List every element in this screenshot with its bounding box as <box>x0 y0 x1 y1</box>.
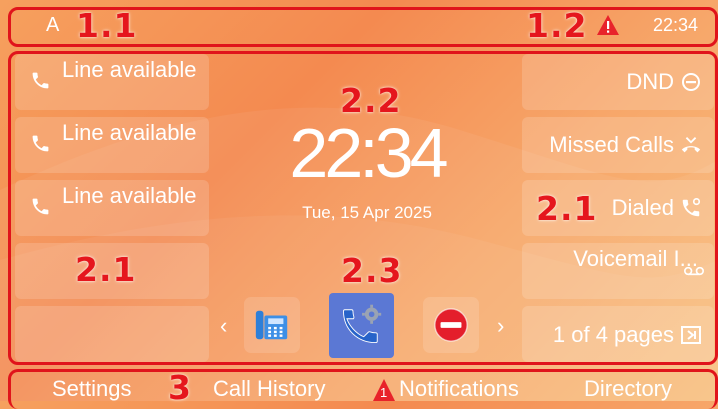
dnd-icon <box>682 73 700 91</box>
desk-phone-app-icon <box>255 310 288 340</box>
annotation-2-2: 2.2 <box>340 81 402 120</box>
dialed-label: Dialed <box>611 195 674 220</box>
missed-calls-label: Missed Calls <box>549 132 674 157</box>
voicemail-icon <box>684 266 704 276</box>
dnd-app-icon <box>434 308 468 342</box>
line-key-1-label: Line available <box>62 57 197 82</box>
phone-icon <box>32 72 49 89</box>
annotation-2-1-right: 2.1 <box>536 189 598 228</box>
directory-softkey[interactable]: Directory <box>584 376 672 402</box>
voicemail-label: Voicemail I... <box>573 246 698 271</box>
annotation-1-1: 1.1 <box>76 6 138 45</box>
notifications-softkey[interactable]: Notifications <box>399 376 519 402</box>
voicemail-key[interactable]: Voicemail I... <box>522 243 714 299</box>
annotation-2-1-left: 2.1 <box>75 250 137 289</box>
line-key-2-label: Line available <box>62 120 197 145</box>
account-label[interactable]: A <box>46 14 59 37</box>
dialed-key[interactable]: 2.1 Dialed <box>522 180 714 236</box>
dnd-app[interactable] <box>423 297 479 353</box>
apps-next-arrow[interactable]: › <box>497 313 504 339</box>
page-indicator-label: 1 of 4 pages <box>552 322 674 347</box>
call-settings-app[interactable] <box>329 293 394 358</box>
page-switch-icon <box>681 326 701 344</box>
dnd-label: DND <box>626 69 674 94</box>
clock-date: Tue, 15 Apr 2025 <box>302 203 432 222</box>
settings-softkey[interactable]: Settings <box>52 376 132 402</box>
annotation-3: 3 <box>168 368 192 407</box>
warning-icon[interactable] <box>596 14 620 36</box>
line-key-2[interactable]: Line available <box>15 117 209 173</box>
annotation-1-2: 1.2 <box>526 6 588 45</box>
line-key-4[interactable]: 2.1 <box>15 243 209 299</box>
dialed-call-icon <box>682 198 701 217</box>
page-switch-key[interactable]: 1 of 4 pages <box>522 306 714 362</box>
missed-calls-key[interactable]: Missed Calls <box>522 117 714 173</box>
apps-prev-arrow[interactable]: ‹ <box>220 313 227 339</box>
line-key-5[interactable] <box>15 306 209 362</box>
line-key-3[interactable]: Line available <box>15 180 209 236</box>
call-settings-app-icon <box>343 304 382 344</box>
desk-phone-app[interactable] <box>244 297 300 353</box>
line-key-3-label: Line available <box>62 183 197 208</box>
line-key-1[interactable]: Line available <box>15 54 209 110</box>
missed-call-icon <box>681 137 701 153</box>
phone-icon <box>32 198 49 215</box>
annotation-2-3: 2.3 <box>341 251 403 290</box>
call-history-softkey[interactable]: Call History <box>213 376 325 402</box>
phone-icon <box>32 135 49 152</box>
notifications-badge-count: 1 <box>380 385 388 400</box>
status-time: 22:34 <box>652 15 698 35</box>
dnd-key[interactable]: DND <box>522 54 714 110</box>
clock-time: 22:34 <box>289 114 448 192</box>
